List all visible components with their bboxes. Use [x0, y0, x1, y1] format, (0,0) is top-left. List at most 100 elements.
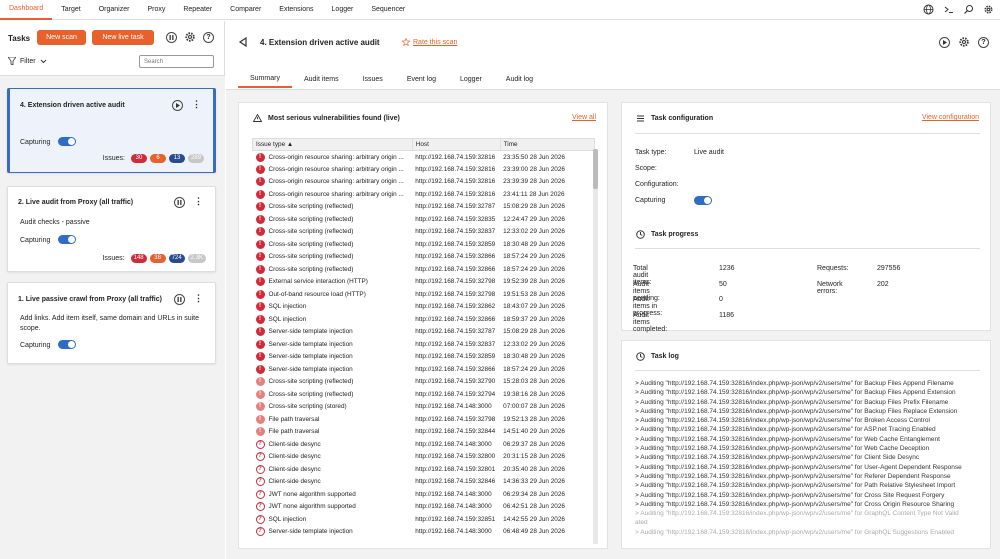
- issue-type: Server-side template injection: [268, 353, 353, 361]
- capturing-toggle[interactable]: [694, 196, 712, 205]
- pause-icon[interactable]: [174, 197, 185, 208]
- table-row[interactable]: ! File path traversal http://192.168.74.15…: [253, 426, 595, 439]
- capturing-label: Capturing: [635, 197, 666, 204]
- tab-audit-log[interactable]: Audit log: [494, 71, 545, 88]
- tab-repeater[interactable]: Repeater: [174, 0, 221, 20]
- terminal-icon[interactable]: [943, 4, 954, 15]
- tab-dashboard[interactable]: Dashboard: [0, 0, 53, 20]
- more-icon[interactable]: ⋮: [194, 294, 203, 305]
- gear-icon[interactable]: [184, 31, 196, 43]
- scrollbar[interactable]: [593, 149, 598, 544]
- view-all-link[interactable]: View all: [572, 114, 596, 121]
- task-card-2[interactable]: 2. Live audit from Proxy (all traffic) ⋮…: [7, 186, 216, 272]
- tab-comparer[interactable]: Comparer: [221, 0, 270, 20]
- issue-type: SQL injection: [268, 315, 307, 323]
- capturing-toggle[interactable]: [58, 137, 76, 146]
- table-row[interactable]: ! Cross-site scripting (reflected) http://…: [253, 376, 595, 389]
- table-row[interactable]: ! Cross-site scripting (stored) http://192…: [253, 401, 595, 414]
- table-row[interactable]: ? Client-side desync http://192.168.74.159…: [253, 463, 595, 476]
- high-severity-icon: !: [255, 327, 265, 337]
- table-row[interactable]: ! Cross-site scripting (reflected) http://…: [253, 201, 595, 214]
- log-line: > Auditing "http://192.168.74.159:32816/…: [635, 398, 949, 406]
- tab-proxy[interactable]: Proxy: [138, 0, 174, 20]
- task-card-1[interactable]: 1. Live passive crawl from Proxy (all tr…: [7, 282, 216, 364]
- settings-icon[interactable]: [983, 4, 994, 15]
- search-input[interactable]: Search: [139, 55, 214, 68]
- issue-type: File path traversal: [268, 415, 320, 423]
- table-row[interactable]: ! Cross-origin resource sharing: arbitrar…: [253, 176, 595, 189]
- filter-control[interactable]: Filter: [8, 57, 47, 65]
- table-row[interactable]: ! File path traversal http://192.168.74.15…: [253, 413, 595, 426]
- table-row[interactable]: ? JWT none algorithm supported http://192.…: [253, 488, 595, 501]
- table-row[interactable]: ! External service interaction (HTTP) http…: [253, 276, 595, 289]
- view-configuration-link[interactable]: View configuration: [922, 114, 979, 121]
- help-icon[interactable]: ?: [978, 36, 989, 48]
- table-row[interactable]: ! Cross-site scripting (reflected) http://…: [253, 251, 595, 264]
- tab-audit-items[interactable]: Audit items: [292, 71, 351, 88]
- tab-target[interactable]: Target: [52, 0, 89, 20]
- capturing-toggle[interactable]: [58, 235, 76, 244]
- task-card-4[interactable]: 4. Extension driven active audit ⋮ Captu…: [7, 88, 216, 173]
- new-scan-button[interactable]: New scan: [37, 30, 86, 45]
- table-row[interactable]: ? Client-side desync http://192.168.74.159…: [253, 476, 595, 489]
- more-icon[interactable]: ⋮: [194, 197, 203, 208]
- col-host[interactable]: Host: [411, 138, 501, 151]
- globe-icon[interactable]: [923, 4, 934, 15]
- table-row[interactable]: ? SQL injection http://192.168.74.159:3285…: [253, 513, 595, 526]
- back-icon[interactable]: [238, 37, 248, 47]
- new-live-task-button[interactable]: New live task: [92, 30, 154, 45]
- col-issue-type[interactable]: Issue type ▲: [252, 138, 413, 151]
- gear-icon[interactable]: [958, 36, 970, 48]
- more-icon[interactable]: ⋮: [192, 100, 201, 111]
- tab-logger[interactable]: Logger: [448, 71, 494, 88]
- issue-type: Client-side desync: [268, 478, 321, 486]
- play-icon[interactable]: [172, 100, 183, 111]
- search-icon[interactable]: [963, 4, 974, 15]
- table-row[interactable]: ! Cross-site scripting (reflected) http://…: [253, 213, 595, 226]
- table-row[interactable]: ! Cross-site scripting (reflected) http://…: [253, 238, 595, 251]
- log-line: > Auditing "http://192.168.74.159:32816/…: [635, 389, 956, 397]
- info-severity-icon: ?: [255, 502, 265, 512]
- table-row[interactable]: ? Client-side desync http://192.168.74.148…: [253, 438, 595, 451]
- table-row[interactable]: ! Cross-origin resource sharing: arbitrar…: [253, 188, 595, 201]
- tab-sequencer[interactable]: Sequencer: [362, 0, 414, 20]
- table-row[interactable]: ? JWT none algorithm supported http://192.…: [253, 501, 595, 514]
- rate-scan-link[interactable]: Rate this scan: [402, 38, 457, 46]
- table-row[interactable]: ? Server-side template injection http://19…: [253, 526, 595, 539]
- task-description: Add links. Add item itself, same domain …: [20, 315, 199, 332]
- pause-icon[interactable]: [166, 32, 177, 43]
- clock-icon: [636, 230, 645, 239]
- capturing-toggle[interactable]: [58, 340, 76, 349]
- tab-logger[interactable]: Logger: [323, 0, 363, 20]
- table-row[interactable]: ! Cross-origin resource sharing: arbitrar…: [253, 163, 595, 176]
- high-severity-icon: !: [255, 177, 265, 187]
- table-row[interactable]: ! Out-of-band resource load (HTTP) http://…: [253, 288, 595, 301]
- help-icon[interactable]: ?: [203, 32, 214, 43]
- tab-issues[interactable]: Issues: [351, 71, 395, 88]
- col-time[interactable]: Time: [499, 138, 596, 151]
- table-row[interactable]: ? Client-side desync http://192.168.74.159…: [253, 451, 595, 464]
- tab-organizer[interactable]: Organizer: [90, 0, 139, 20]
- table-row[interactable]: ! Cross-origin resource sharing: arbitrar…: [253, 151, 595, 164]
- table-row[interactable]: ! Server-side template injection http://19…: [253, 326, 595, 339]
- issue-type: Server-side template injection: [268, 340, 353, 348]
- table-row[interactable]: ! SQL injection http://192.168.74.159:3286…: [253, 313, 595, 326]
- info-severity-icon: ?: [255, 514, 265, 524]
- table-row[interactable]: ! SQL injection http://192.168.74.159:3286…: [253, 301, 595, 314]
- table-row[interactable]: ! Server-side template injection http://19…: [253, 338, 595, 351]
- table-row[interactable]: ! Cross-site scripting (reflected) http://…: [253, 263, 595, 276]
- issue-type: Cross-site scripting (reflected): [268, 265, 354, 273]
- tab-summary[interactable]: Summary: [238, 71, 292, 88]
- table-row[interactable]: ! Cross-site scripting (reflected) http://…: [253, 388, 595, 401]
- pause-icon[interactable]: [174, 294, 185, 305]
- table-row[interactable]: ! Cross-site scripting (reflected) http://…: [253, 226, 595, 239]
- log-line: > Auditing "http://192.168.74.159:32816/…: [635, 417, 930, 425]
- time: 06:29:34 28 Jun 2026: [503, 490, 565, 498]
- tab-event-log[interactable]: Event log: [395, 71, 448, 88]
- table-row[interactable]: ! Server-side template injection http://19…: [253, 351, 595, 364]
- play-icon[interactable]: [939, 36, 950, 48]
- panel-title: Task log: [651, 353, 679, 360]
- table-row[interactable]: ! Server-side template injection http://19…: [253, 363, 595, 376]
- tab-extensions[interactable]: Extensions: [270, 0, 322, 20]
- time: 19:51:53 28 Jun 2026: [503, 290, 565, 298]
